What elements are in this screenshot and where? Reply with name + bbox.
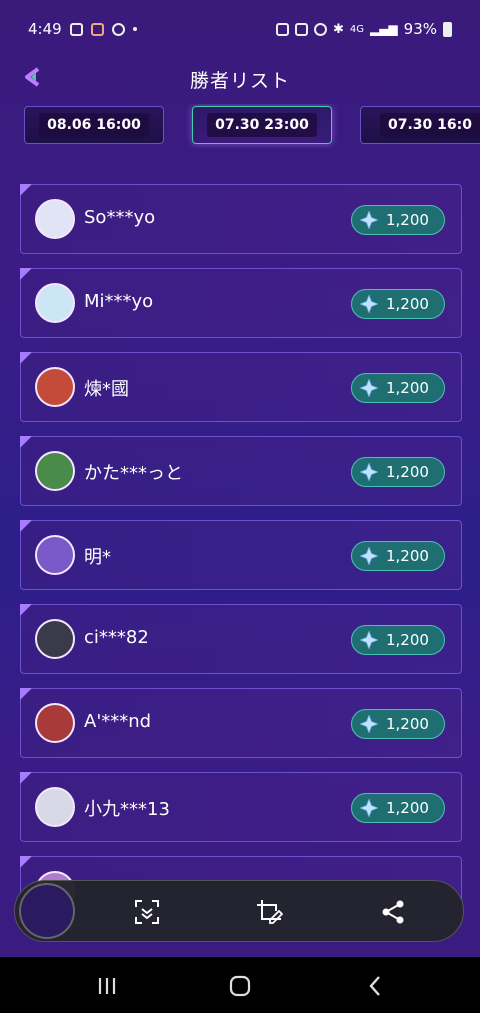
winner-name: A'***nd <box>84 711 152 732</box>
recents-icon[interactable] <box>92 973 122 999</box>
bluetooth-icon: ✱ <box>332 21 344 37</box>
winner-row: 明* 1,200 <box>20 520 462 590</box>
prize-badge: 1,200 <box>351 205 445 235</box>
prize-amount: 1,200 <box>386 463 429 481</box>
more-notifications-icon <box>132 27 137 31</box>
avatar <box>35 199 75 239</box>
avatar <box>35 787 75 827</box>
winner-name: Mi***yo <box>84 291 154 312</box>
screenshot-thumbnail[interactable] <box>19 883 75 939</box>
primogem-icon <box>360 463 378 481</box>
battery-percent: 93% <box>403 20 437 38</box>
share-icon[interactable] <box>379 898 407 926</box>
status-time: 4:49 <box>28 20 62 38</box>
prize-badge: 1,200 <box>351 625 445 655</box>
tab-label: 07.30 16:0 <box>380 113 480 137</box>
primogem-icon <box>360 379 378 397</box>
prize-amount: 1,200 <box>386 547 429 565</box>
winner-row: 小九***13 1,200 <box>20 772 462 842</box>
prize-amount: 1,200 <box>386 799 429 817</box>
prize-badge: 1,200 <box>351 289 445 319</box>
back-nav-icon[interactable] <box>360 973 390 999</box>
prize-badge: 1,200 <box>351 793 445 823</box>
prize-badge: 1,200 <box>351 709 445 739</box>
avatar <box>35 283 75 323</box>
winner-name: 小九***13 <box>84 799 170 820</box>
winner-name: かた***っと <box>84 463 183 484</box>
navigation-bar <box>0 957 480 1013</box>
winner-row: A'***nd 1,200 <box>20 688 462 758</box>
winner-name: ci***82 <box>84 627 149 648</box>
heart-icon <box>90 22 104 36</box>
prize-amount: 1,200 <box>386 295 429 313</box>
header: 勝者リスト <box>0 58 480 98</box>
tab-date-1[interactable]: 08.06 16:00 <box>24 106 164 144</box>
primogem-icon <box>360 547 378 565</box>
screenshot-toolbar <box>14 880 464 942</box>
winner-row: 煉*國 1,200 <box>20 352 462 422</box>
primogem-icon <box>360 211 378 229</box>
winner-row: Mi***yo 1,200 <box>20 268 462 338</box>
avatar <box>35 703 75 743</box>
prize-amount: 1,200 <box>386 631 429 649</box>
winner-row: So***yo 1,200 <box>20 184 462 254</box>
avatar <box>35 367 75 407</box>
avatar <box>35 535 75 575</box>
primogem-icon <box>360 799 378 817</box>
prize-badge: 1,200 <box>351 541 445 571</box>
tab-date-3[interactable]: 07.30 16:0 <box>360 106 480 144</box>
winner-row: ci***82 1,200 <box>20 604 462 674</box>
prize-badge: 1,200 <box>351 457 445 487</box>
media-icon <box>111 22 125 36</box>
tab-date-2[interactable]: 07.30 23:00 <box>192 106 332 144</box>
winner-name: 明* <box>84 547 111 568</box>
prize-amount: 1,200 <box>386 715 429 733</box>
winner-name: So***yo <box>84 207 156 228</box>
winner-row: かた***っと 1,200 <box>20 436 462 506</box>
status-bar: 4:49 ✱ 4G ▂▄▆ 93% <box>0 0 480 58</box>
signal-icon: ▂▄▆ <box>369 22 398 36</box>
gallery-icon <box>69 22 83 36</box>
battery-icon <box>443 21 452 37</box>
key-icon <box>275 22 289 36</box>
home-icon[interactable] <box>225 973 255 999</box>
winner-name: 煉*國 <box>84 379 129 400</box>
tab-label: 07.30 23:00 <box>207 113 317 137</box>
scroll-capture-icon[interactable] <box>133 898 161 926</box>
prize-amount: 1,200 <box>386 211 429 229</box>
prize-amount: 1,200 <box>386 379 429 397</box>
tab-label: 08.06 16:00 <box>39 113 149 137</box>
vibrate-icon <box>294 22 308 36</box>
primogem-icon <box>360 631 378 649</box>
prize-badge: 1,200 <box>351 373 445 403</box>
page-title: 勝者リスト <box>189 70 290 92</box>
avatar <box>35 619 75 659</box>
primogem-icon <box>360 715 378 733</box>
crop-edit-icon[interactable] <box>255 898 283 926</box>
avatar <box>35 451 75 491</box>
alarm-icon <box>313 22 327 36</box>
date-tabs: 08.06 16:00 07.30 23:00 07.30 16:0 <box>0 104 480 148</box>
network-type: 4G <box>349 23 364 35</box>
primogem-icon <box>360 295 378 313</box>
